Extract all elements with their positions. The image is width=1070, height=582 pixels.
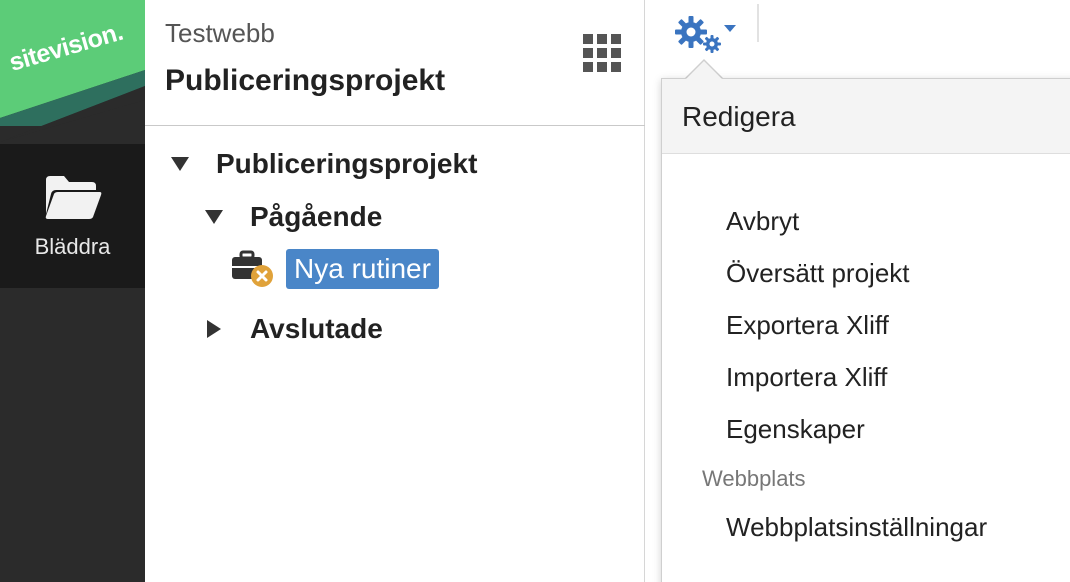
settings-dropdown-menu: Redigera Avbryt Översätt projekt Exporte…	[661, 78, 1070, 582]
browse-label: Bläddra	[34, 234, 111, 259]
tree-item-root[interactable]: Publiceringsprojekt	[171, 148, 477, 180]
caret-down-icon[interactable]	[205, 210, 223, 224]
briefcase-cancel-icon	[231, 248, 277, 290]
menu-item-import-xliff[interactable]: Importera Xliff	[726, 362, 887, 393]
menu-item-site-settings[interactable]: Webbplatsinställningar	[726, 512, 987, 543]
tree-label: Publiceringsprojekt	[216, 148, 478, 179]
toolbar-divider	[757, 4, 759, 42]
tree-label: Pågående	[250, 201, 383, 232]
site-name: Testwebb	[165, 18, 275, 48]
selected-project-label[interactable]: Nya rutiner	[286, 249, 439, 289]
caret-down-icon[interactable]	[171, 157, 189, 171]
tree-item-ongoing[interactable]: Pågående	[205, 201, 382, 233]
tree-panel: Testwebb Publiceringsprojekt Publicering…	[145, 0, 645, 582]
menu-header: Redigera	[662, 79, 1070, 154]
caret-right-icon[interactable]	[207, 320, 221, 338]
panel-header: Testwebb Publiceringsprojekt	[145, 0, 645, 126]
browse-button[interactable]: Bläddra	[0, 144, 145, 288]
menu-group-label: Webbplats	[702, 466, 806, 491]
menu-pointer-fill	[685, 61, 723, 80]
page-title: Publiceringsprojekt	[165, 64, 446, 97]
menu-header-label: Redigera	[682, 101, 796, 132]
tree-item-selected[interactable]: Nya rutiner	[231, 248, 439, 290]
gears-icon	[675, 16, 739, 60]
menu-item-cancel[interactable]: Avbryt	[726, 206, 799, 237]
grid-icon[interactable]	[583, 34, 621, 72]
folder-open-icon	[44, 174, 102, 225]
sitevision-logo[interactable]: sitevision.	[0, 0, 145, 142]
tree-label: Avslutade	[250, 313, 383, 344]
menu-item-export-xliff[interactable]: Exportera Xliff	[726, 310, 889, 341]
menu-item-translate-project[interactable]: Översätt projekt	[726, 258, 910, 289]
settings-menu-button[interactable]	[675, 16, 739, 56]
tree-item-finished[interactable]: Avslutade	[207, 313, 383, 345]
left-rail: sitevision. Bläddra	[0, 0, 145, 582]
menu-item-properties[interactable]: Egenskaper	[726, 414, 865, 445]
